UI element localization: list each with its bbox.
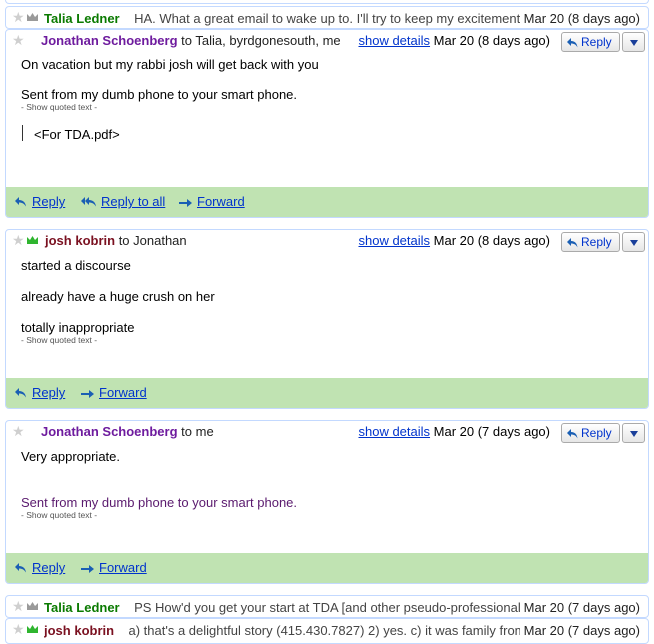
message-actions-footer: Reply Forward bbox=[6, 378, 648, 408]
message-date: Mar 20 (7 days ago) bbox=[519, 600, 640, 615]
star-icon[interactable]: ★ bbox=[12, 10, 25, 24]
reply-button[interactable]: Reply bbox=[561, 32, 620, 52]
star-icon[interactable]: ★ bbox=[12, 599, 25, 613]
show-details-link[interactable]: show details bbox=[358, 233, 430, 248]
message-actions-footer: Reply Forward bbox=[6, 553, 648, 583]
footer-forward-label: Forward bbox=[99, 560, 147, 575]
star-icon[interactable]: ★ bbox=[12, 424, 25, 438]
sender-name: josh kobrin bbox=[45, 233, 116, 248]
details-area: show details Mar 20 (8 days ago) bbox=[358, 30, 550, 52]
message-date: Mar 20 (8 days ago) bbox=[519, 11, 640, 26]
expanded-message-card: ★ josh kobrin to Jonathan show details M… bbox=[5, 229, 649, 409]
star-icon[interactable]: ★ bbox=[12, 33, 25, 47]
reply-arrow-icon bbox=[566, 427, 579, 445]
body-line: Very appropriate. bbox=[21, 449, 121, 464]
body-line: already have a huge crush on her bbox=[21, 289, 215, 304]
collapsed-message-row[interactable]: ★ Talia Ledner HA. What a great email to… bbox=[5, 6, 649, 29]
sender-name: Jonathan Schoenberg bbox=[41, 424, 178, 439]
expanded-message-card: ★ Jonathan Schoenberg to Talia, byrdgone… bbox=[5, 29, 649, 218]
sender-line: josh kobrin to Jonathan bbox=[45, 230, 187, 252]
previous-message-edge bbox=[5, 0, 649, 4]
more-options-button[interactable] bbox=[622, 32, 645, 52]
message-snippet: PS How'd you get your start at TDA [and … bbox=[134, 600, 569, 615]
message-snippet: a) that's a delightful story (415.430.78… bbox=[128, 623, 526, 638]
more-options-button[interactable] bbox=[622, 423, 645, 443]
show-details-link[interactable]: show details bbox=[358, 33, 430, 48]
more-options-button[interactable] bbox=[622, 232, 645, 252]
body-line: On vacation but my rabbi josh will get b… bbox=[21, 57, 319, 72]
dropdown-arrow-icon bbox=[630, 240, 638, 246]
message-date: Mar 20 (8 days ago) bbox=[433, 233, 550, 248]
reply-button-label: Reply bbox=[581, 235, 612, 249]
forward-arrow-icon bbox=[81, 390, 94, 398]
reply-arrow-icon bbox=[15, 197, 26, 207]
reply-button-label: Reply bbox=[581, 35, 612, 49]
details-area: show details Mar 20 (8 days ago) bbox=[358, 230, 550, 252]
footer-reply-link[interactable]: Reply bbox=[14, 385, 65, 400]
message-date: Mar 20 (8 days ago) bbox=[433, 33, 550, 48]
recipients: to me bbox=[181, 424, 214, 439]
footer-forward-link[interactable]: Forward bbox=[81, 560, 147, 575]
body-line: Sent from my dumb phone to your smart ph… bbox=[21, 495, 298, 510]
footer-reply-all-label: Reply to all bbox=[101, 194, 166, 209]
body-line: started a discourse bbox=[21, 258, 131, 273]
sender-name: Talia Ledner bbox=[44, 600, 120, 615]
message-snippet: HA. What a great email to wake up to. I'… bbox=[134, 11, 535, 26]
message-actions-footer: Reply Reply to all Forward bbox=[6, 187, 648, 217]
footer-forward-link[interactable]: Forward bbox=[81, 385, 147, 400]
message-date: Mar 20 (7 days ago) bbox=[433, 424, 550, 439]
dropdown-arrow-icon bbox=[630, 431, 638, 437]
sender-line: Jonathan Schoenberg to Talia, byrdgoneso… bbox=[41, 30, 341, 52]
gray-crown-icon bbox=[27, 13, 38, 21]
footer-forward-label: Forward bbox=[197, 194, 245, 209]
show-quoted-text-link[interactable]: - Show quoted text - bbox=[21, 102, 97, 113]
green-crown-icon bbox=[27, 236, 38, 244]
message-header[interactable]: ★ josh kobrin to Jonathan show details M… bbox=[6, 230, 648, 252]
star-icon[interactable]: ★ bbox=[12, 233, 25, 247]
recipients: to Jonathan bbox=[118, 233, 187, 248]
show-details-link[interactable]: show details bbox=[358, 424, 430, 439]
footer-reply-link[interactable]: Reply bbox=[14, 194, 65, 209]
body-line: Sent from my dumb phone to your smart ph… bbox=[21, 87, 298, 102]
forward-arrow-icon bbox=[81, 565, 94, 573]
attachment-line: <For TDA.pdf> bbox=[22, 125, 120, 142]
collapsed-message-row[interactable]: ★ Talia Ledner PS How'd you get your sta… bbox=[5, 595, 649, 618]
collapsed-message-row[interactable]: ★ josh kobrin a) that's a delightful sto… bbox=[5, 618, 649, 644]
footer-forward-link[interactable]: Forward bbox=[179, 194, 245, 209]
dropdown-arrow-icon bbox=[630, 40, 638, 46]
footer-reply-label: Reply bbox=[32, 194, 66, 209]
reply-arrow-icon bbox=[15, 388, 26, 398]
reply-arrow-icon bbox=[15, 563, 26, 573]
sender-name: josh kobrin bbox=[44, 623, 115, 638]
recipients: to Talia, byrdgonesouth, me bbox=[181, 33, 341, 48]
forward-arrow-icon bbox=[179, 199, 192, 207]
reply-arrow-icon bbox=[566, 236, 579, 254]
attachment-name[interactable]: <For TDA.pdf> bbox=[22, 127, 120, 142]
body-line: totally inappropriate bbox=[21, 320, 135, 335]
attachment-bar bbox=[22, 125, 23, 141]
footer-reply-label: Reply bbox=[32, 560, 66, 575]
reply-button[interactable]: Reply bbox=[561, 232, 620, 252]
sender-line: Jonathan Schoenberg to me bbox=[41, 421, 214, 443]
footer-reply-label: Reply bbox=[32, 385, 66, 400]
details-area: show details Mar 20 (7 days ago) bbox=[358, 421, 550, 443]
reply-arrow-icon bbox=[566, 36, 579, 54]
sender-name: Jonathan Schoenberg bbox=[41, 33, 178, 48]
message-header[interactable]: ★ Jonathan Schoenberg to me show details… bbox=[6, 421, 648, 443]
expanded-message-card: ★ Jonathan Schoenberg to me show details… bbox=[5, 420, 649, 584]
sender-name: Talia Ledner bbox=[44, 11, 120, 26]
footer-reply-all-link[interactable]: Reply to all bbox=[81, 194, 165, 209]
reply-button-label: Reply bbox=[581, 426, 612, 440]
reply-button[interactable]: Reply bbox=[561, 423, 620, 443]
message-date: Mar 20 (7 days ago) bbox=[519, 623, 640, 638]
footer-forward-label: Forward bbox=[99, 385, 147, 400]
reply-all-arrow-icon bbox=[81, 197, 96, 207]
green-crown-icon bbox=[27, 625, 38, 633]
show-quoted-text-link[interactable]: - Show quoted text - bbox=[21, 335, 97, 346]
footer-reply-link[interactable]: Reply bbox=[14, 560, 65, 575]
message-header[interactable]: ★ Jonathan Schoenberg to Talia, byrdgone… bbox=[6, 30, 648, 52]
star-icon[interactable]: ★ bbox=[12, 622, 25, 636]
show-quoted-text-link[interactable]: - Show quoted text - bbox=[21, 510, 97, 521]
gray-crown-icon bbox=[27, 602, 38, 610]
